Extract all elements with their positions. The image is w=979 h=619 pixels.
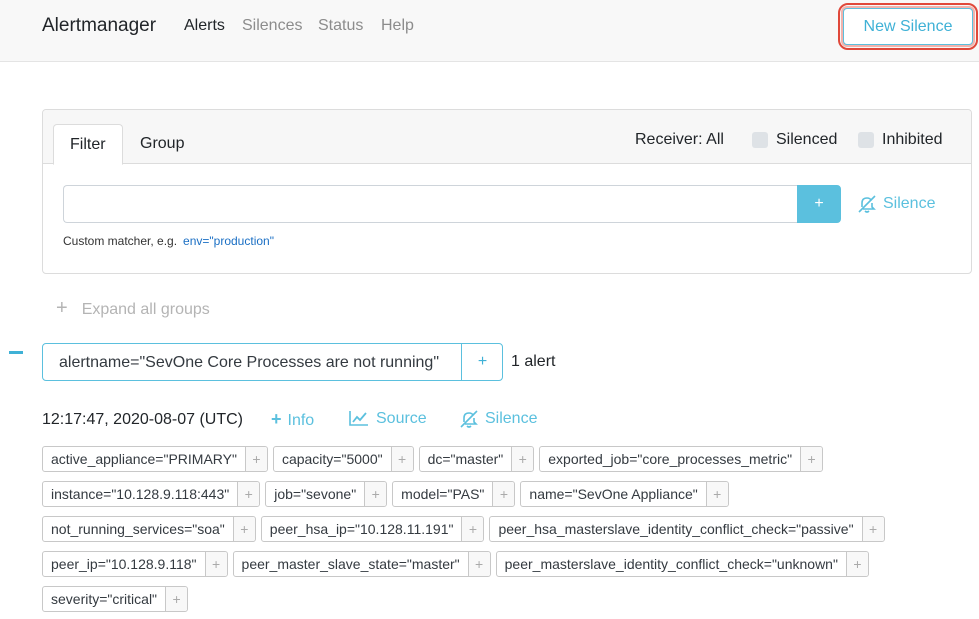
expand-all-label: Expand all groups: [81, 301, 210, 318]
label-add-filter-button[interactable]: +: [390, 447, 413, 471]
plus-icon: +: [271, 409, 282, 429]
label-add-filter-button[interactable]: +: [511, 447, 534, 471]
navbar: Alertmanager Alerts Silences Status Help…: [0, 0, 979, 62]
label-add-filter-button[interactable]: +: [364, 482, 387, 506]
nav-link-help[interactable]: Help: [381, 15, 414, 37]
receiver-dropdown[interactable]: Receiver: All: [635, 130, 724, 150]
silenced-checkbox-box[interactable]: [752, 132, 768, 148]
alert-label-text: peer_hsa_masterslave_identity_conflict_c…: [498, 521, 854, 537]
alert-label-text: active_appliance="PRIMARY": [51, 451, 237, 467]
alert-label: severity="critical" +: [42, 586, 189, 612]
brand-title[interactable]: Alertmanager: [42, 14, 156, 38]
alert-label-text: model="PAS": [401, 486, 485, 502]
alert-label-text: peer_hsa_ip="10.128.11.191": [269, 521, 454, 537]
alert-label: model="PAS" +: [392, 481, 516, 507]
label-add-filter-button[interactable]: +: [232, 517, 255, 541]
alert-label-text: peer_ip="10.128.9.118": [51, 556, 197, 572]
filter-input[interactable]: [63, 185, 798, 223]
filter-silence-label: Silence: [883, 195, 936, 212]
filter-card: Filter Group Receiver: All Silenced Inhi…: [42, 109, 972, 274]
alert-label: peer_ip="10.128.9.118" +: [42, 551, 228, 577]
alert-label-text: dc="master": [427, 451, 504, 467]
inhibited-checkbox[interactable]: Inhibited: [858, 130, 943, 150]
alert-label: not_running_services="soa" +: [42, 516, 256, 542]
alert-label-text: severity="critical": [51, 591, 158, 607]
alert-label: peer_masterslave_identity_conflict_check…: [495, 551, 869, 577]
label-add-filter-button[interactable]: +: [861, 517, 884, 541]
hint-text: Custom matcher, e.g.: [63, 234, 178, 248]
silenced-checkbox-label: Silenced: [776, 131, 838, 148]
alert-label: peer_hsa_ip="10.128.11.191" +: [260, 516, 485, 542]
nav-link-alerts[interactable]: Alerts: [184, 15, 225, 37]
nav-link-status[interactable]: Status: [318, 15, 363, 37]
chart-line-icon: [349, 411, 368, 426]
alert-label: peer_hsa_masterslave_identity_conflict_c…: [489, 516, 885, 542]
tab-filter[interactable]: Filter: [53, 124, 123, 165]
expand-all-groups-button[interactable]: + Expand all groups: [56, 298, 210, 320]
label-row: peer_ip="10.128.9.118" + peer_master_slave…: [42, 551, 874, 577]
alert-count: 1 alert: [511, 353, 556, 370]
alert-timestamp: 12:17:47, 2020-08-07 (UTC): [42, 411, 243, 428]
label-add-filter-button[interactable]: +: [705, 482, 728, 506]
alert-info-button[interactable]: + Info: [271, 409, 314, 431]
plus-icon: +: [56, 297, 68, 319]
nav-link-silences[interactable]: Silences: [242, 15, 302, 37]
alert-label-text: instance="10.128.9.118:443": [51, 486, 230, 502]
filter-add-button[interactable]: +: [797, 185, 841, 223]
alert-label-text: peer_master_slave_state="master": [241, 556, 460, 572]
silenced-checkbox[interactable]: Silenced: [752, 130, 837, 150]
alert-source-label: Source: [376, 410, 427, 427]
label-row: not_running_services="soa" + peer_hsa_ip="…: [42, 516, 890, 542]
alert-source-link[interactable]: Source: [349, 409, 427, 429]
label-row: severity="critical" +: [42, 586, 193, 612]
alert-label-text: peer_masterslave_identity_conflict_check…: [504, 556, 838, 572]
alert-label-text: capacity="5000": [281, 451, 383, 467]
filter-silence-link[interactable]: Silence: [857, 194, 935, 214]
label-add-filter-button[interactable]: +: [204, 552, 227, 576]
alert-label-text: exported_job="core_processes_metric": [548, 451, 793, 467]
inhibited-checkbox-label: Inhibited: [882, 131, 943, 148]
alert-label: peer_master_slave_state="master" +: [232, 551, 491, 577]
group-label: alertname="SevOne Core Processes are not…: [59, 354, 440, 371]
label-add-filter-button[interactable]: +: [492, 482, 515, 506]
bell-slash-icon: [460, 410, 478, 428]
custom-matcher-hint: Custom matcher, e.g. env="production": [63, 234, 274, 248]
label-add-filter-button[interactable]: +: [461, 517, 484, 541]
label-row: active_appliance="PRIMARY" + capacity="500…: [42, 446, 828, 472]
alert-label-text: name="SevOne Appliance": [529, 486, 698, 502]
label-add-filter-button[interactable]: +: [237, 482, 260, 506]
new-silence-button[interactable]: New Silence: [838, 3, 978, 50]
alert-info-label: Info: [287, 412, 315, 429]
label-add-filter-button[interactable]: +: [845, 552, 868, 576]
alert-label: active_appliance="PRIMARY" +: [42, 446, 268, 472]
alert-label: job="sevone" +: [265, 481, 388, 507]
inhibited-checkbox-box[interactable]: [858, 132, 874, 148]
tab-group[interactable]: Group: [124, 124, 200, 164]
hint-example: env="production": [183, 234, 274, 248]
alert-silence-link[interactable]: Silence: [459, 409, 537, 429]
collapse-group-icon[interactable]: [9, 351, 23, 354]
alert-label: capacity="5000" +: [272, 446, 414, 472]
label-row: instance="10.128.9.118:443" + job="sevone"…: [42, 481, 734, 507]
filter-card-header: Filter Group Receiver: All Silenced Inhi…: [43, 110, 971, 165]
alert-label: instance="10.128.9.118:443" +: [42, 481, 261, 507]
label-add-filter-button[interactable]: +: [467, 552, 490, 576]
group-header: alertname="SevOne Core Processes are not…: [42, 343, 503, 381]
label-add-filter-button[interactable]: +: [800, 447, 823, 471]
bell-slash-icon: [858, 195, 876, 213]
alert-label: dc="master" +: [418, 446, 535, 472]
alert-label-text: job="sevone": [274, 486, 357, 502]
group-add-filter-button[interactable]: +: [461, 344, 503, 380]
alert-label: name="SevOne Appliance" +: [520, 481, 729, 507]
label-add-filter-button[interactable]: +: [165, 587, 188, 611]
alert-silence-label: Silence: [485, 410, 538, 427]
label-add-filter-button[interactable]: +: [244, 447, 267, 471]
alert-label: exported_job="core_processes_metric" +: [539, 446, 824, 472]
alert-label-text: not_running_services="soa": [51, 521, 225, 537]
